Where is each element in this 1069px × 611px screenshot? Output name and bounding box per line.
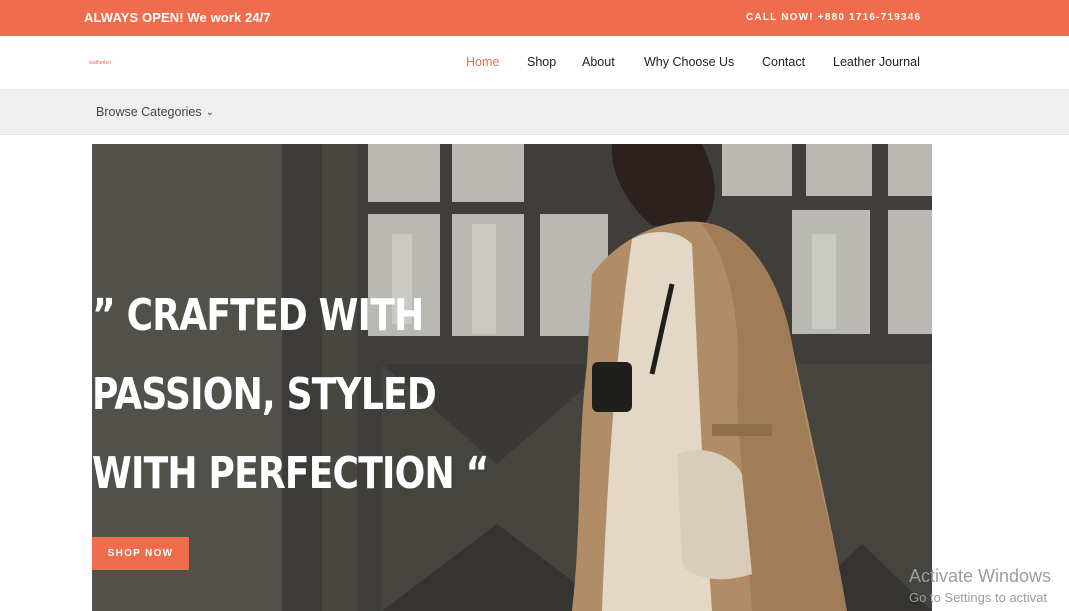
main-header: leatherlen Home Shop About Why Choose Us… bbox=[0, 36, 1069, 89]
watermark-title: Activate Windows bbox=[909, 566, 1052, 586]
nav-home[interactable]: Home bbox=[466, 55, 499, 69]
nav-about[interactable]: About bbox=[582, 55, 615, 69]
windows-activation-watermark: Activate Windows Go to Settings to activ… bbox=[909, 566, 1051, 605]
call-now-link[interactable]: CALL NOW! +880 1716-719346 bbox=[746, 12, 921, 23]
announcement-bar: ALWAYS OPEN! We work 24/7 CALL NOW! +880… bbox=[0, 0, 1069, 36]
nav-contact[interactable]: Contact bbox=[762, 55, 805, 69]
browse-categories-label: Browse Categories bbox=[96, 105, 202, 119]
hero-headline-line-1: ” Crafted with bbox=[92, 290, 424, 341]
hero-headline-line-2: Passion, Styled bbox=[92, 369, 437, 420]
category-bar: Browse Categories ⌄ bbox=[0, 89, 1069, 135]
browse-categories-dropdown[interactable]: Browse Categories ⌄ bbox=[96, 105, 214, 119]
nav-leather-journal[interactable]: Leather Journal bbox=[833, 55, 920, 69]
hero-headline: ” Crafted with Passion, Styled with Perf… bbox=[92, 276, 489, 513]
chevron-down-icon: ⌄ bbox=[205, 107, 214, 118]
nav-shop[interactable]: Shop bbox=[527, 55, 556, 69]
watermark-subtitle: Go to Settings to activat bbox=[909, 590, 1048, 605]
shop-now-button[interactable]: SHOP NOW bbox=[92, 537, 189, 570]
open-hours-text: ALWAYS OPEN! We work 24/7 bbox=[84, 10, 271, 25]
site-logo[interactable]: leatherlen bbox=[89, 60, 111, 66]
nav-why-choose-us[interactable]: Why Choose Us bbox=[644, 55, 734, 69]
hero-headline-line-3: with Perfection “ bbox=[92, 448, 489, 499]
